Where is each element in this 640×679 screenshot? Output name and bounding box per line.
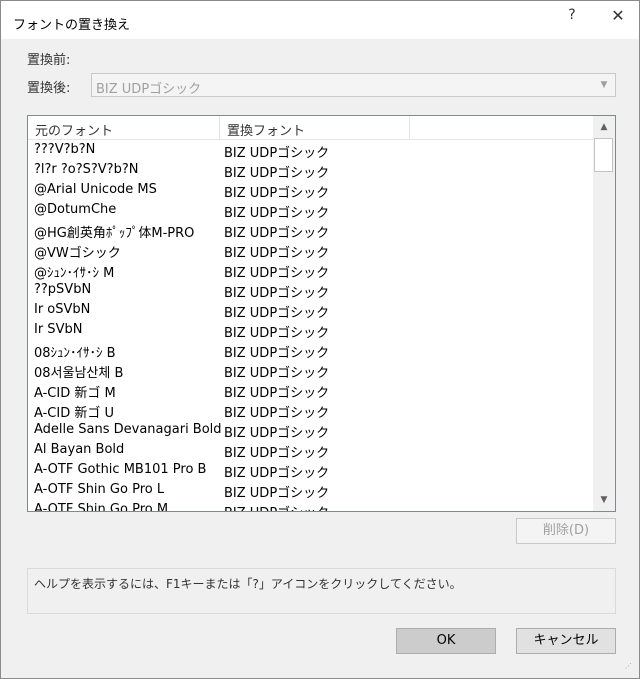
- replacement-font-cell: BIZ UDPゴシック: [224, 146, 330, 161]
- replacement-font-cell: BIZ UDPゴシック: [224, 326, 330, 341]
- replacement-font-cell: BIZ UDPゴシック: [224, 486, 330, 501]
- list-body: ???V?b?N BIZ UDPゴシック ?l?r ?o?S?V?b?N BIZ UD…: [28, 140, 593, 512]
- replacement-font-cell: BIZ UDPゴシック: [224, 166, 330, 181]
- original-font-cell: ??pSVbN: [34, 282, 92, 297]
- original-font-cell: A-OTF Shin Go Pro M: [34, 502, 169, 512]
- original-font-cell: A-CID 新ゴ M: [34, 386, 116, 401]
- original-font-cell: 08ｼｭﾝ･ｲｻ･ｼ B: [34, 346, 116, 361]
- resize-grip-icon[interactable]: ⋰: [625, 663, 635, 674]
- replacement-font-cell: BIZ UDPゴシック: [224, 366, 330, 381]
- original-font-cell: ?l?r ?o?S?V?b?N: [34, 162, 139, 177]
- down-arrow-icon[interactable]: ▼: [593, 489, 615, 511]
- replacement-font-cell: BIZ UDPゴシック: [224, 426, 330, 441]
- replacement-font-cell: BIZ UDPゴシック: [224, 466, 330, 481]
- original-font-cell: Ir SVbN: [34, 322, 83, 337]
- after-label: 置換後:: [27, 81, 71, 96]
- original-font-cell: @HG創英角ﾎﾟｯﾌﾟ体M-PRO: [34, 226, 195, 241]
- dialog-title: フォントの置き換え: [13, 18, 131, 33]
- delete-button[interactable]: 削除(D): [516, 518, 616, 544]
- close-icon[interactable]: ✕: [608, 6, 628, 25]
- replacement-font-cell: BIZ UDPゴシック: [224, 446, 330, 461]
- replacement-font-cell: BIZ UDPゴシック: [224, 186, 330, 201]
- replacement-font-cell: BIZ UDPゴシック: [224, 246, 330, 261]
- table-row[interactable]: A-OTF Shin Go Pro M BIZ UDPゴシック: [28, 500, 593, 512]
- original-font-cell: A-CID 新ゴ U: [34, 406, 114, 421]
- ok-button[interactable]: OK: [396, 628, 496, 654]
- help-box: ヘルプを表示するには、F1キーまたは「?」アイコンをクリックしてください。: [27, 568, 616, 614]
- table-row[interactable]: Ir SVbN BIZ UDPゴシック: [28, 320, 593, 341]
- replacement-font-combobox[interactable]: BIZ UDPゴシック ▼: [91, 73, 616, 97]
- original-font-cell: @ｼｭﾝ･ｲｻ･ｼ M: [34, 266, 115, 281]
- table-row[interactable]: A-CID 新ゴ U BIZ UDPゴシック: [28, 400, 593, 421]
- column-header-replacement-font[interactable]: 置換フォント: [220, 116, 410, 140]
- list-header: 元のフォント 置換フォント: [28, 116, 593, 140]
- replacement-font-cell: BIZ UDPゴシック: [224, 226, 330, 241]
- vertical-scrollbar[interactable]: ▲ ▼: [593, 116, 615, 511]
- original-font-cell: A-OTF Gothic MB101 Pro B: [34, 462, 207, 477]
- replacement-font-cell: BIZ UDPゴシック: [224, 266, 330, 281]
- title-bar: フォントの置き換え ? ✕: [1, 1, 639, 39]
- replacement-font-cell: BIZ UDPゴシック: [224, 502, 329, 511]
- help-text: ヘルプを表示するには、F1キーまたは「?」アイコンをクリックしてください。: [34, 577, 462, 591]
- replacement-font-cell: BIZ UDPゴシック: [224, 306, 330, 321]
- table-row[interactable]: ??pSVbN BIZ UDPゴシック: [28, 280, 593, 301]
- table-row[interactable]: @Arial Unicode MS BIZ UDPゴシック: [28, 180, 593, 201]
- original-font-cell: Ir oSVbN: [34, 302, 91, 317]
- replacement-font-cell: BIZ UDPゴシック: [224, 346, 330, 361]
- original-font-cell: A-OTF Shin Go Pro L: [34, 482, 165, 497]
- table-row[interactable]: @HG創英角ﾎﾟｯﾌﾟ体M-PRO BIZ UDPゴシック: [28, 220, 593, 241]
- table-row[interactable]: @DotumChe BIZ UDPゴシック: [28, 200, 593, 221]
- font-list-view[interactable]: 元のフォント 置換フォント ???V?b?N BIZ UDPゴシック ?l?r ?o…: [27, 115, 616, 512]
- original-font-cell: @Arial Unicode MS: [34, 182, 157, 197]
- up-arrow-icon[interactable]: ▲: [593, 116, 615, 138]
- table-row[interactable]: Al Bayan Bold BIZ UDPゴシック: [28, 440, 593, 461]
- original-font-cell: @DotumChe: [34, 202, 117, 217]
- replacement-font-value: BIZ UDPゴシック: [96, 82, 202, 97]
- replacement-font-cell: BIZ UDPゴシック: [224, 206, 330, 221]
- help-icon[interactable]: ?: [564, 7, 580, 23]
- table-row[interactable]: @VWゴシック BIZ UDPゴシック: [28, 240, 593, 261]
- original-font-cell: Adelle Sans Devanagari Bold: [34, 422, 222, 437]
- table-row[interactable]: Ir oSVbN BIZ UDPゴシック: [28, 300, 593, 321]
- cancel-button[interactable]: キャンセル: [516, 628, 616, 654]
- replacement-font-cell: BIZ UDPゴシック: [224, 286, 330, 301]
- font-replace-dialog: フォントの置き換え ? ✕ 置換前: 置換後: BIZ UDPゴシック ▼ 元の…: [0, 0, 640, 679]
- table-row[interactable]: A-OTF Shin Go Pro L BIZ UDPゴシック: [28, 480, 593, 501]
- column-header-original-font[interactable]: 元のフォント: [28, 116, 220, 140]
- original-font-cell: ???V?b?N: [34, 142, 96, 157]
- replacement-font-cell: BIZ UDPゴシック: [224, 386, 330, 401]
- table-row[interactable]: Adelle Sans Devanagari Bold BIZ UDPゴシック: [28, 420, 593, 441]
- table-row[interactable]: @ｼｭﾝ･ｲｻ･ｼ M BIZ UDPゴシック: [28, 260, 593, 281]
- table-row[interactable]: 08ｼｭﾝ･ｲｻ･ｼ B BIZ UDPゴシック: [28, 340, 593, 361]
- original-font-cell: 08서울남산체 B: [34, 366, 124, 381]
- original-font-cell: @VWゴシック: [34, 246, 121, 261]
- table-row[interactable]: ???V?b?N BIZ UDPゴシック: [28, 140, 593, 161]
- replacement-font-cell: BIZ UDPゴシック: [224, 406, 330, 421]
- chevron-down-icon[interactable]: ▼: [594, 75, 614, 95]
- table-row[interactable]: 08서울남산체 B BIZ UDPゴシック: [28, 360, 593, 381]
- original-font-cell: Al Bayan Bold: [34, 442, 125, 457]
- before-label: 置換前:: [27, 53, 71, 68]
- table-row[interactable]: A-OTF Gothic MB101 Pro B BIZ UDPゴシック: [28, 460, 593, 481]
- table-row[interactable]: A-CID 新ゴ M BIZ UDPゴシック: [28, 380, 593, 401]
- scrollbar-thumb[interactable]: [594, 138, 613, 172]
- table-row[interactable]: ?l?r ?o?S?V?b?N BIZ UDPゴシック: [28, 160, 593, 181]
